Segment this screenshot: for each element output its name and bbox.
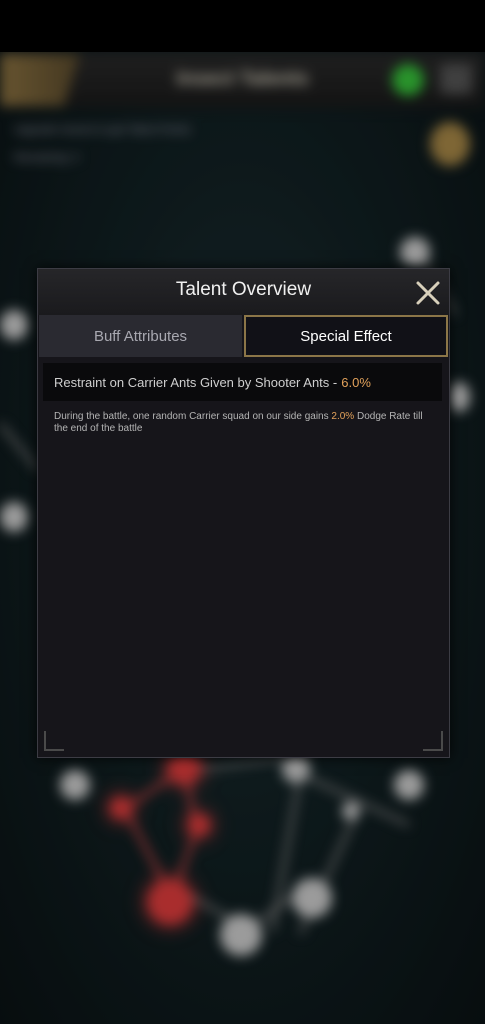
effect-desc-text: During the battle, one random Carrier sq…: [54, 411, 329, 422]
effect-description: During the battle, one random Carrier sq…: [54, 411, 434, 435]
status-bar: [0, 0, 485, 52]
talent-overview-dialog: Talent Overview Buff Attributes Special …: [37, 268, 450, 758]
corner-ornament: [44, 731, 64, 751]
effect-value: 6.0%: [341, 374, 371, 390]
effect-row: Restraint on Carrier Ants Given by Shoot…: [43, 363, 442, 401]
effect-name: Restraint on Carrier Ants Given by Shoot…: [54, 374, 338, 390]
tab-special-effect[interactable]: Special Effect: [244, 315, 448, 357]
tab-buff-attributes[interactable]: Buff Attributes: [39, 315, 242, 357]
tab-bar: Buff Attributes Special Effect: [39, 315, 448, 359]
effect-desc-value: 2.0%: [331, 411, 355, 422]
dialog-title: Talent Overview: [175, 279, 312, 300]
dialog-header: Talent Overview: [38, 269, 449, 315]
close-icon[interactable]: [412, 277, 444, 309]
corner-ornament: [423, 731, 443, 751]
